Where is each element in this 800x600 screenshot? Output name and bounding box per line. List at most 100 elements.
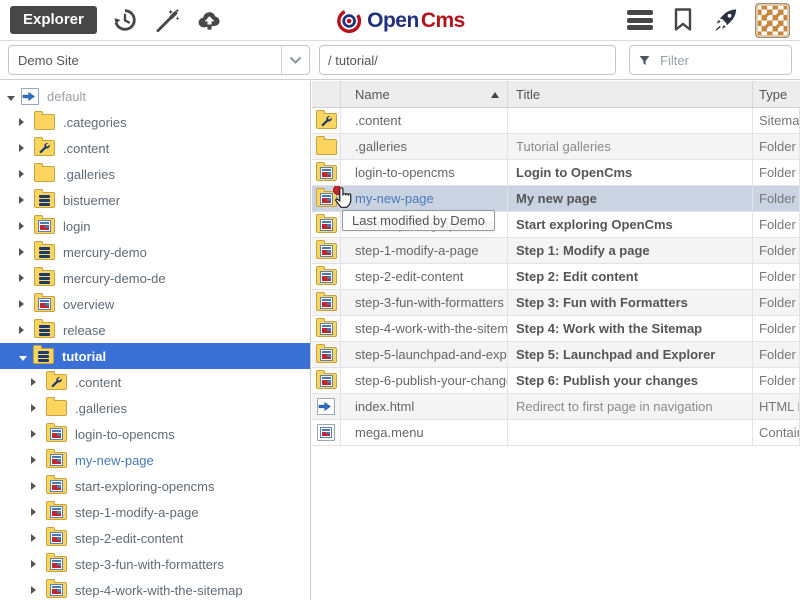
- name-cell-text: step-1-modify-a-page: [355, 243, 479, 258]
- header-title-label: Title: [516, 87, 540, 102]
- folder-stack-icon: [34, 270, 55, 286]
- table-row-step-4-work-with-the-sitemap[interactable]: step-4-work-with-the-sitemapStep 4: Work…: [312, 316, 800, 342]
- table-row-my-new-page[interactable]: my-new-pageMy new pageFolder: [312, 186, 800, 212]
- title-cell-text: Step 5: Launchpad and Explorer: [516, 347, 715, 362]
- tooltip: Last modified by Demo: [342, 210, 495, 231]
- type-cell: Folder: [753, 212, 800, 237]
- site-icon: [21, 88, 39, 105]
- expand-arrow-icon[interactable]: [19, 300, 28, 308]
- user-avatar-button[interactable]: [755, 3, 790, 38]
- title-cell-text: My new page: [516, 191, 597, 206]
- tree-item-bistuemer[interactable]: bistuemer: [0, 187, 310, 213]
- tree-item-step-1-modify-a-page[interactable]: step-1-modify-a-page: [0, 499, 310, 525]
- expand-arrow-icon[interactable]: [31, 430, 40, 438]
- tree-item-step-3-fun-with-formatters[interactable]: step-3-fun-with-formatters: [0, 551, 310, 577]
- tree-item-dot-content[interactable]: .content: [0, 369, 310, 395]
- expand-arrow-icon[interactable]: [31, 456, 40, 464]
- expand-arrow-icon[interactable]: [31, 586, 40, 594]
- tree-item-label: my-new-page: [75, 453, 154, 468]
- tree-item-login-to-opencms[interactable]: login-to-opencms: [0, 421, 310, 447]
- tree-item-login[interactable]: login: [0, 213, 310, 239]
- expand-arrow-icon[interactable]: [31, 508, 40, 516]
- redirect-icon: [317, 398, 335, 415]
- navigation-bar: Demo Site: [0, 41, 800, 80]
- expand-arrow-icon[interactable]: [19, 196, 28, 204]
- tree-item-dot-galleries[interactable]: .galleries: [0, 395, 310, 421]
- header-name-column[interactable]: Name: [341, 81, 508, 107]
- collapse-arrow-icon[interactable]: [19, 356, 27, 361]
- table-row-step-5-launchpad-and-explorer[interactable]: step-5-launchpad-and-explorer Step 5: Lau…: [312, 342, 800, 368]
- tree-item-label: default: [47, 89, 86, 104]
- type-cell-text: Folder: [759, 191, 796, 206]
- expand-arrow-icon[interactable]: [19, 144, 28, 152]
- resource-icon-cell: [312, 212, 341, 237]
- launchpad-icon[interactable]: [712, 7, 739, 34]
- history-icon[interactable]: [112, 7, 139, 34]
- tree-item-my-new-page[interactable]: my-new-page: [0, 447, 310, 473]
- tree-item-label: overview: [63, 297, 114, 312]
- tree-item-step-2-edit-content[interactable]: step-2-edit-content: [0, 525, 310, 551]
- table-row-login-to-opencms[interactable]: login-to-opencmsLogin to OpenCmsFolder: [312, 160, 800, 186]
- logo-text-open: Open: [367, 9, 419, 33]
- collapse-arrow-icon[interactable]: [7, 96, 15, 101]
- table-row-step-2-edit-content[interactable]: step-2-edit-contentStep 2: Edit contentF…: [312, 264, 800, 290]
- expand-arrow-icon[interactable]: [19, 222, 28, 230]
- table-row-step-1-modify-a-page[interactable]: step-1-modify-a-pageStep 1: Modify a pag…: [312, 238, 800, 264]
- expand-arrow-icon[interactable]: [31, 534, 40, 542]
- tree-item-tutorial[interactable]: tutorial: [0, 343, 310, 369]
- expand-arrow-icon[interactable]: [19, 274, 28, 282]
- title-cell-text: Step 4: Work with the Sitemap: [516, 321, 702, 336]
- filter-input[interactable]: [658, 52, 762, 69]
- table-row-mega.menu[interactable]: mega.menuContainer page: [312, 420, 800, 446]
- table-row-index.html[interactable]: index.htmlRedirect to first page in navi…: [312, 394, 800, 420]
- table-row-step-6-publish-your-changes[interactable]: step-6-publish-your-changes Step 6: Publi…: [312, 368, 800, 394]
- expand-arrow-icon[interactable]: [19, 248, 28, 256]
- explorer-button[interactable]: Explorer: [10, 6, 97, 34]
- expand-arrow-icon[interactable]: [31, 404, 40, 412]
- tree-item-dot-galleries[interactable]: .galleries: [0, 161, 310, 187]
- site-select[interactable]: Demo Site: [8, 45, 310, 75]
- chevron-down-icon[interactable]: [281, 46, 309, 74]
- type-cell-text: Folder: [759, 295, 796, 310]
- tree-item-release[interactable]: release: [0, 317, 310, 343]
- title-cell: Step 4: Work with the Sitemap: [508, 316, 753, 341]
- table-row-step-3-fun-with-formatters[interactable]: step-3-fun-with-formattersStep 3: Fun wi…: [312, 290, 800, 316]
- folder-stack-icon: [33, 348, 54, 364]
- tree-item-dot-content[interactable]: .content: [0, 135, 310, 161]
- tree-item-label: .categories: [63, 115, 127, 130]
- path-input[interactable]: [319, 45, 616, 75]
- tree-item-label: tutorial: [62, 349, 106, 364]
- tree-item-default[interactable]: default: [0, 83, 310, 109]
- header-title-column[interactable]: Title: [508, 81, 753, 107]
- upload-icon[interactable]: [196, 7, 223, 34]
- expand-arrow-icon[interactable]: [31, 560, 40, 568]
- folder-page-icon: [34, 296, 55, 312]
- expand-arrow-icon[interactable]: [31, 482, 40, 490]
- header-type-column[interactable]: Type: [753, 81, 800, 107]
- wand-icon[interactable]: [154, 7, 181, 34]
- tree-item-step-4-work-with-the-sitemap[interactable]: step-4-work-with-the-sitemap: [0, 577, 310, 600]
- folder-page-icon: [46, 426, 67, 442]
- expand-arrow-icon[interactable]: [19, 170, 28, 178]
- name-cell-text: step-6-publish-your-changes: [355, 373, 508, 388]
- bookmark-icon[interactable]: [669, 7, 696, 34]
- tree-item-mercury-demo-de[interactable]: mercury-demo-de: [0, 265, 310, 291]
- tree-item-mercury-demo[interactable]: mercury-demo: [0, 239, 310, 265]
- tree-item-start-exploring-opencms[interactable]: start-exploring-opencms: [0, 473, 310, 499]
- tree-item-dot-categories[interactable]: .categories: [0, 109, 310, 135]
- expand-arrow-icon[interactable]: [31, 378, 40, 386]
- expand-arrow-icon[interactable]: [19, 326, 28, 334]
- resource-icon-cell: [312, 420, 341, 445]
- tree-item-overview[interactable]: overview: [0, 291, 310, 317]
- type-cell-text: Sitemap config: [759, 113, 800, 128]
- expand-arrow-icon[interactable]: [19, 118, 28, 126]
- name-cell: step-5-launchpad-and-explorer: [341, 342, 508, 367]
- menu-icon[interactable]: [627, 10, 653, 30]
- title-cell-text: Step 6: Publish your changes: [516, 373, 698, 388]
- table-row-dot-galleries[interactable]: .galleriesTutorial galleriesFolder: [312, 134, 800, 160]
- filter-funnel-icon: [638, 54, 651, 67]
- resource-icon-cell: [312, 316, 341, 341]
- folder-page-icon: [316, 321, 337, 337]
- table-row-dot-content[interactable]: .contentSitemap config: [312, 108, 800, 134]
- folder-stack-icon: [34, 192, 55, 208]
